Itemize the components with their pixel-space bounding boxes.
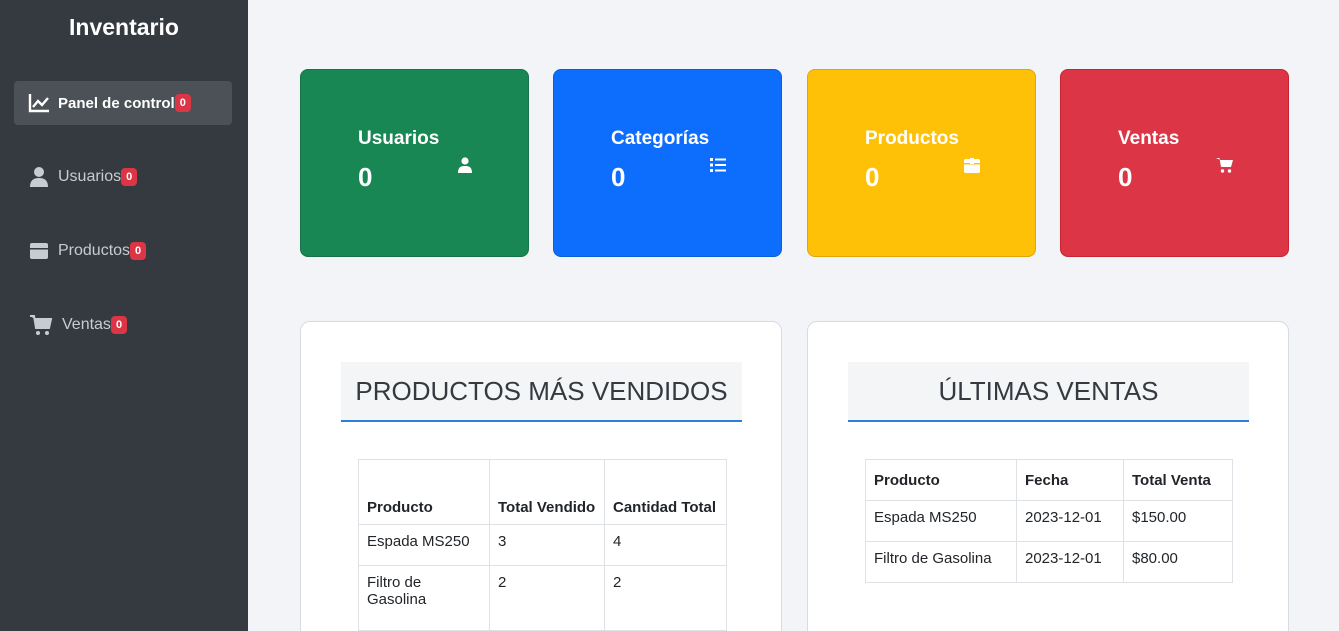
box-icon [28,240,50,262]
table-cell: 2023-12-01 [1016,500,1124,542]
sidebar-item-label: Usuarios [58,168,122,185]
table-cell: 4 [604,524,727,566]
latest-sales-panel: ÚLTIMAS VENTAS Producto Fecha Total Vent… [807,321,1289,631]
sidebar-item-label: Productos [58,242,131,259]
box-icon [963,156,981,174]
sidebar-item-badge: 0 [174,94,191,112]
cart-icon [28,314,54,336]
panel-title: PRODUCTOS MÁS VENDIDOS [341,362,742,422]
column-header: Producto [865,459,1017,501]
card-title: Ventas [1118,128,1180,149]
table-cell: 2023-12-01 [1016,541,1124,583]
panel-title: ÚLTIMAS VENTAS [848,362,1249,422]
table-row: Filtro de Gasolina 2 2 [358,565,727,631]
table-cell: 3 [489,524,605,566]
column-header: Total Vendido [489,459,605,525]
brand-title: Inventario [69,14,179,40]
top-products-panel: PRODUCTOS MÁS VENDIDOS Producto Total Ve… [300,321,782,631]
top-products-table: Producto Total Vendido Cantidad Total Es… [358,459,727,631]
card-title: Productos [865,128,959,149]
sidebar-item-badge: 0 [130,242,147,260]
table-cell: 2 [489,565,605,631]
sidebar-item-productos[interactable]: Productos 0 [14,229,232,273]
card-title: Usuarios [358,128,440,149]
sidebar-item-label: Panel de control [58,94,175,112]
cart-icon [1216,156,1234,174]
column-header: Producto [358,459,490,525]
table-cell: Filtro de Gasolina [865,541,1017,583]
stat-card-productos[interactable]: Productos 0 [807,69,1036,257]
table-cell: $150.00 [1123,500,1233,542]
sidebar-item-ventas[interactable]: Ventas 0 [14,303,232,347]
sidebar-item-badge: 0 [110,316,128,334]
table-row: Filtro de Gasolina 2023-12-01 $80.00 [865,541,1233,583]
stat-card-ventas[interactable]: Ventas 0 [1060,69,1289,257]
table-cell: Espada MS250 [358,524,490,566]
table-row: Espada MS250 2023-12-01 $150.00 [865,500,1233,542]
card-value: 0 [611,162,626,192]
table-cell: $80.00 [1123,541,1233,583]
stat-card-usuarios[interactable]: Usuarios 0 [300,69,529,257]
table-header-row: Producto Fecha Total Venta [865,459,1233,501]
user-icon [28,166,50,188]
sidebar-item-label: Ventas [62,316,111,333]
card-value: 0 [1118,162,1133,192]
sidebar: Inventario Panel de control 0 Usuarios 0… [0,0,248,631]
table-cell: Espada MS250 [865,500,1017,542]
column-header: Cantidad Total [604,459,727,525]
list-icon [709,156,727,174]
table-row: Espada MS250 3 4 [358,524,727,566]
card-title: Categorías [611,128,710,149]
sidebar-item-usuarios[interactable]: Usuarios 0 [14,155,232,199]
card-value: 0 [865,162,880,192]
sidebar-item-panel-de-control[interactable]: Panel de control 0 [14,81,232,125]
table-cell: 2 [604,565,727,631]
latest-sales-table: Producto Fecha Total Venta Espada MS250 … [865,459,1233,583]
column-header: Total Venta [1123,459,1233,501]
sidebar-item-badge: 0 [121,168,138,186]
table-cell: Filtro de Gasolina [358,565,490,631]
card-value: 0 [358,162,373,192]
column-header: Fecha [1016,459,1124,501]
stat-card-categorias[interactable]: Categorías 0 [553,69,782,257]
chart-line-icon [28,92,50,114]
table-header-row: Producto Total Vendido Cantidad Total [358,459,727,525]
user-icon [456,156,474,174]
